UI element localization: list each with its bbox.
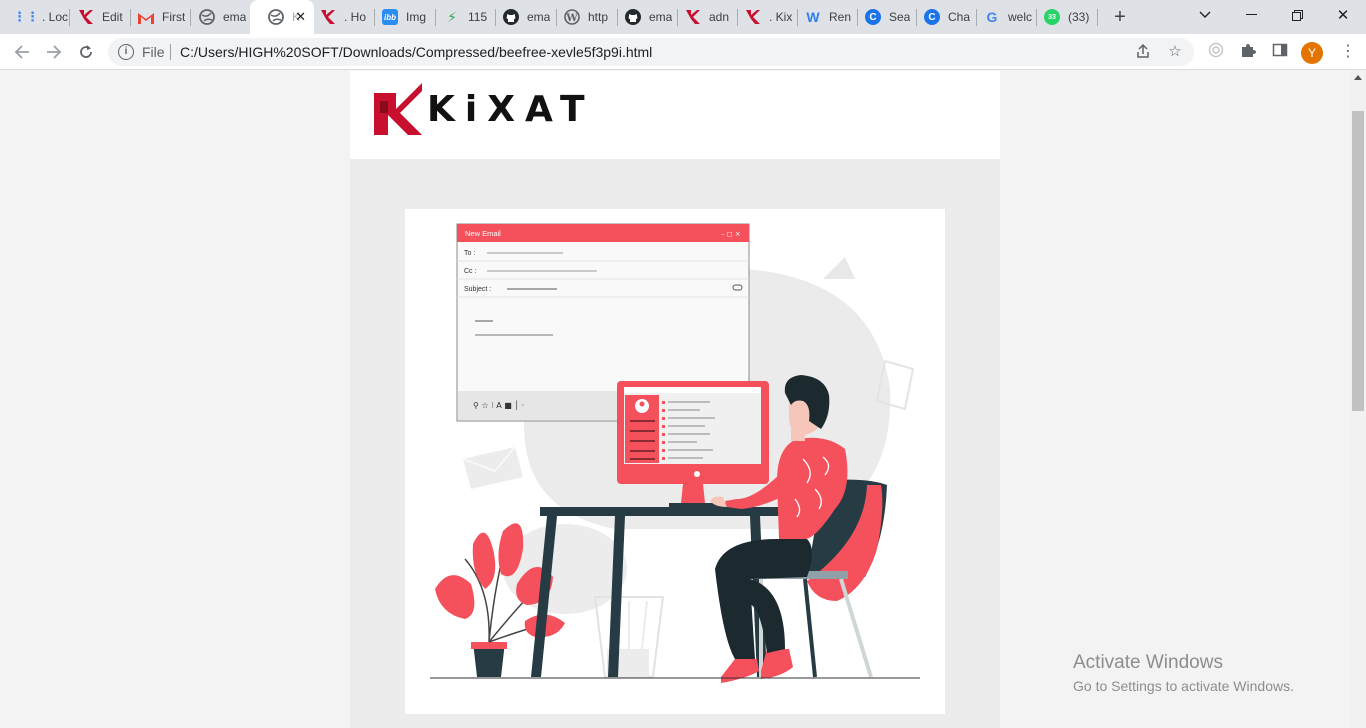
kixat-logo-icon [374, 83, 422, 135]
new-tab-button[interactable]: + [1108, 5, 1132, 29]
page-scrollbar[interactable] [1350, 71, 1366, 728]
wordpress-icon: W [564, 9, 580, 25]
gmail-icon [138, 9, 154, 25]
bookmark-star-icon[interactable]: ☆ [1166, 43, 1184, 61]
browser-tab[interactable]: ema [607, 0, 675, 34]
browser-tab[interactable]: W Ren [787, 0, 855, 34]
google-icon: G [986, 9, 998, 25]
browser-toolbar: i File C:/Users/HIGH%20SOFT/Downloads/Co… [0, 34, 1366, 70]
extension-circle-icon[interactable] [1206, 42, 1226, 62]
plant-leaf [435, 575, 475, 619]
window-controls-icon: – ◻ × [721, 230, 741, 238]
email-template: KiXAT New Email – ◻ × To : Cc: Subject … [350, 71, 1000, 728]
watermark-title: Activate Windows [1073, 652, 1223, 673]
svg-text:W: W [565, 13, 578, 24]
close-window-button[interactable]: ✕ [1320, 0, 1366, 30]
globe-icon [268, 9, 284, 25]
scroll-thumb[interactable] [1352, 111, 1364, 411]
kixat-logo-icon [745, 9, 761, 25]
browser-tab[interactable]: First [120, 0, 190, 34]
forward-button[interactable] [42, 40, 66, 64]
c-logo-icon: C [924, 9, 940, 25]
globe-icon [199, 9, 215, 25]
browser-tab[interactable]: adn [667, 0, 735, 34]
activation-watermark: Activate Windows Go to Settings to activ… [1073, 652, 1294, 694]
page-viewport: KiXAT New Email – ◻ × To : Cc: Subject … [0, 71, 1350, 728]
back-button[interactable] [10, 40, 34, 64]
share-icon[interactable] [1134, 43, 1152, 61]
minimize-button[interactable] [1228, 0, 1274, 30]
w-logo-icon: W [806, 9, 820, 25]
address-bar[interactable]: i File C:/Users/HIGH%20SOFT/Downloads/Co… [108, 38, 1194, 66]
envelope-icon [463, 447, 523, 489]
person-shoe [721, 659, 759, 683]
grid-dots-icon: ⋮⋮ [13, 9, 39, 24]
info-icon[interactable]: i [118, 44, 134, 60]
logo-text: KiXAT [427, 89, 595, 130]
browser-tab[interactable]: C Cha [906, 0, 974, 34]
browser-tab[interactable]: ema [485, 0, 553, 34]
browser-tab[interactable]: ema [181, 0, 247, 34]
kixat-logo-icon [78, 9, 94, 25]
window-title: New Email [465, 229, 501, 238]
browser-tab[interactable]: G welc [966, 0, 1034, 34]
browser-tab[interactable]: ibb Img [364, 0, 434, 34]
format-toolbar-icons: ⚲ ☆ ⁝ A ■ │ · [473, 400, 524, 410]
illustration-svg: New Email – ◻ × To : Cc : Subject : ⚲ ☆ [430, 223, 920, 683]
browser-tab[interactable]: . Kix [727, 0, 795, 34]
side-panel-icon[interactable] [1270, 42, 1290, 62]
email-content: New Email – ◻ × To : Cc : Subject : ⚲ ☆ [350, 159, 1000, 728]
email-illustration: New Email – ◻ × To : Cc : Subject : ⚲ ☆ [405, 209, 945, 714]
profile-avatar[interactable]: Y [1301, 42, 1323, 64]
url-text[interactable]: C:/Users/HIGH%20SOFT/Downloads/Compresse… [180, 44, 652, 60]
restore-button[interactable] [1274, 0, 1320, 30]
github-icon [503, 9, 519, 25]
watermark-subtitle: Go to Settings to activate Windows. [1073, 678, 1294, 694]
bolt-icon: ⚡ [447, 8, 457, 25]
tab-search-button[interactable] [1182, 0, 1228, 30]
scroll-up-arrow-icon[interactable] [1354, 75, 1362, 80]
email-header: KiXAT [350, 71, 1000, 159]
subject-label: Subject : [464, 286, 491, 293]
tab-strip: ⋮⋮ . Loc Edit First ema K ✕ . Ho ibb Img… [0, 0, 1366, 34]
plant-leaf [472, 532, 496, 589]
person-shoe [761, 649, 793, 679]
kixat-logo-icon [320, 9, 336, 25]
browser-tab[interactable]: C Sea [847, 0, 915, 34]
browser-tab[interactable]: . Ho [302, 0, 372, 34]
to-label: To : [464, 250, 475, 257]
scheme-label: File [142, 44, 165, 60]
whatsapp-icon: 33 [1044, 9, 1060, 25]
background-shape [823, 257, 855, 279]
browser-tab[interactable]: W http [546, 0, 614, 34]
reload-button[interactable] [74, 40, 98, 64]
github-icon [625, 9, 641, 25]
kixat-logo-icon [685, 9, 701, 25]
extensions-puzzle-icon[interactable] [1238, 42, 1258, 62]
cc-label: Cc : [464, 268, 477, 275]
browser-menu-icon[interactable]: ⋮ [1338, 42, 1358, 62]
divider [170, 44, 171, 60]
desk-top [540, 507, 805, 516]
ibb-icon: ibb [382, 9, 398, 25]
browser-tab[interactable]: ⚡ 115 [426, 0, 494, 34]
browser-tab[interactable]: 33 (33) [1026, 0, 1096, 34]
c-logo-icon: C [865, 9, 881, 25]
